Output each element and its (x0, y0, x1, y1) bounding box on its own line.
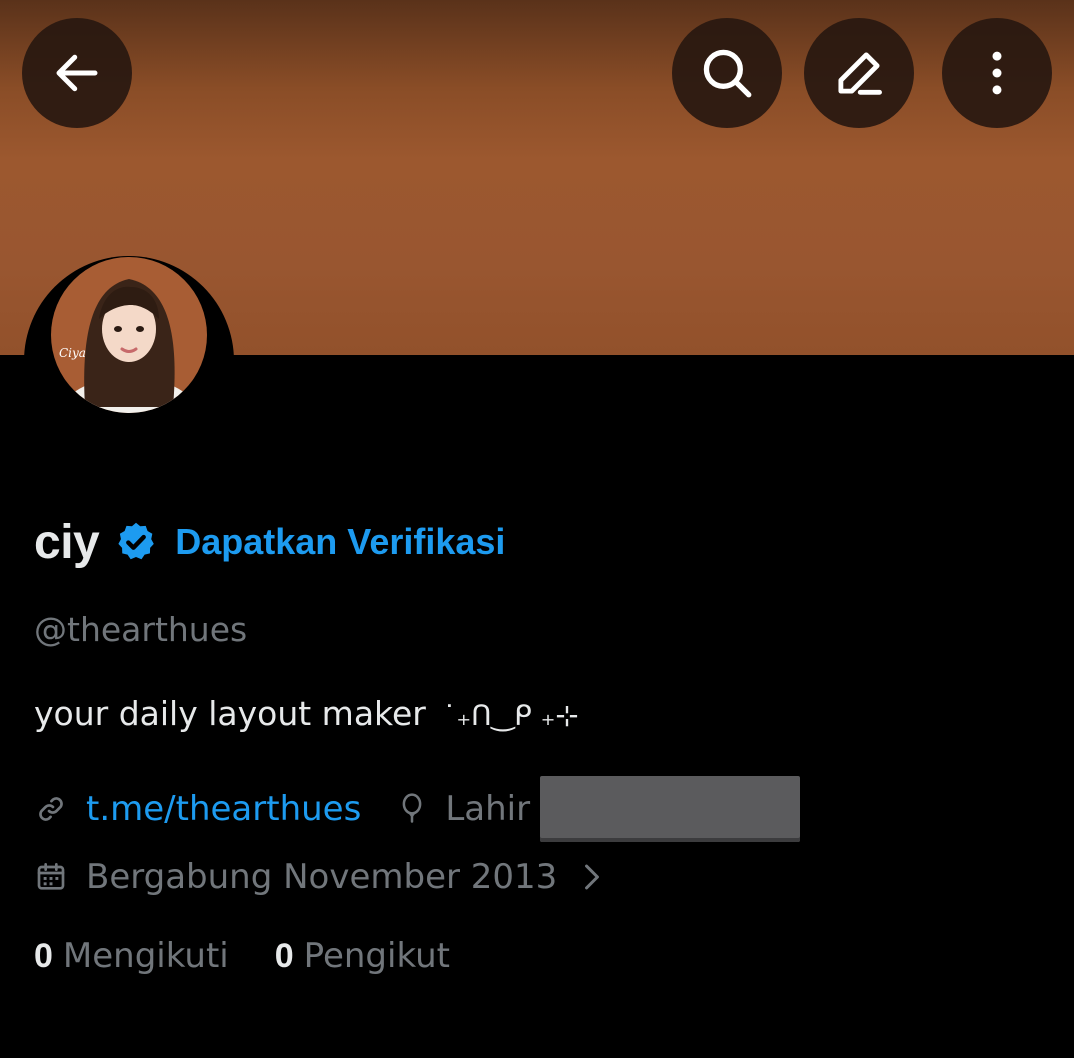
bio-text: your daily layout maker (34, 694, 426, 733)
followers-label: Pengikut (303, 936, 450, 976)
arrow-left-icon (56, 54, 98, 92)
redacted-birthday (540, 776, 801, 842)
avatar[interactable]: Ciya (51, 257, 207, 413)
more-vertical-icon (992, 51, 1002, 95)
profile-meta-row: t.me/thearthues Lahir (34, 776, 801, 842)
followers-link[interactable]: 0 Pengikut (275, 936, 450, 976)
follow-stats: 0 Mengikuti 0 Pengikut (34, 936, 450, 976)
link-icon (34, 792, 68, 826)
bio: your daily layout maker ˙₊ᑎ‿ᑭ ₊⊹ (34, 694, 579, 733)
avatar-image: Ciya (51, 257, 207, 413)
following-link[interactable]: 0 Mengikuti (34, 936, 229, 976)
svg-text:Ciya: Ciya (59, 346, 86, 360)
display-name: ciy (34, 515, 100, 569)
avatar-frame: Ciya (24, 256, 234, 466)
back-button[interactable] (22, 18, 132, 128)
followers-count: 0 (274, 937, 294, 975)
search-icon (703, 49, 752, 98)
pencil-icon (838, 52, 882, 95)
joined-row[interactable]: Bergabung November 2013 (34, 848, 603, 906)
search-button[interactable] (672, 18, 782, 128)
name-row: ciy Dapatkan Verifikasi (34, 512, 505, 572)
get-verified-link[interactable]: Dapatkan Verifikasi (175, 521, 505, 563)
edit-button[interactable] (804, 18, 914, 128)
verified-badge-icon[interactable] (113, 519, 159, 565)
bio-decoration: ˙₊ᑎ‿ᑭ ₊⊹ (442, 699, 579, 732)
calendar-icon (34, 860, 68, 894)
joined-date: Bergabung November 2013 (86, 857, 558, 897)
more-options-button[interactable] (942, 18, 1052, 128)
birthday-label: Lahir (445, 789, 531, 829)
chevron-right-icon[interactable] (581, 862, 603, 892)
user-handle: @thearthues (34, 610, 248, 649)
balloon-icon (395, 792, 429, 826)
following-count: 0 (34, 937, 53, 975)
profile-link[interactable]: t.me/thearthues (86, 789, 361, 829)
following-label: Mengikuti (62, 936, 229, 976)
